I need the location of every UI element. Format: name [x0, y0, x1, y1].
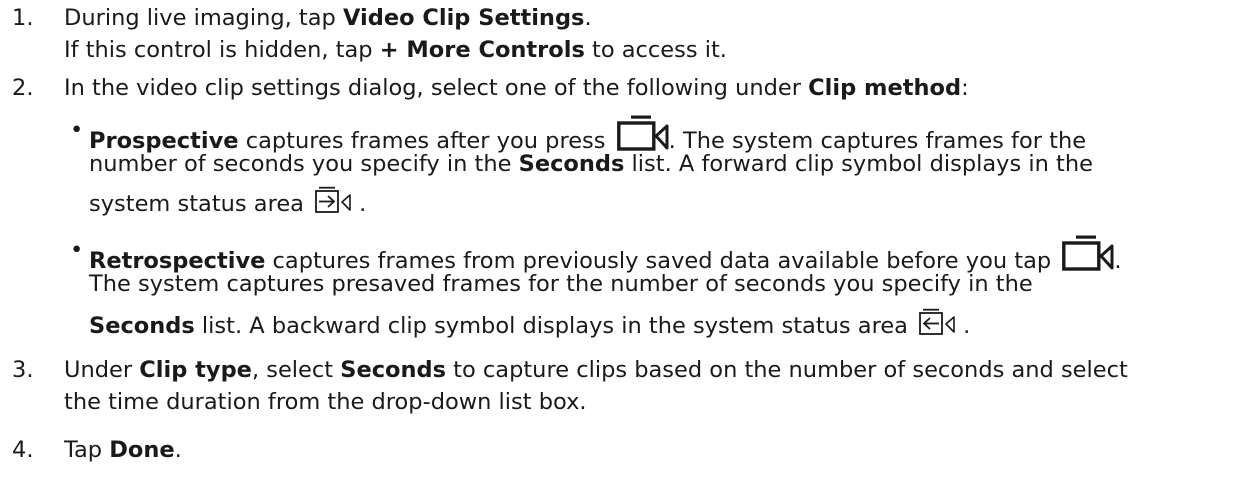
text: During live imaging, tap — [64, 5, 343, 31]
step-line: During live imaging, tap Video Clip Sett… — [64, 2, 1254, 34]
bullet-line: Prospective captures frames after you pr… — [89, 114, 1239, 154]
bullet-marker: • — [70, 237, 84, 263]
text: system status area — [89, 191, 312, 217]
option-name-clip-type: Clip type — [139, 357, 252, 383]
forward-clip-icon — [315, 186, 351, 213]
step-body: During live imaging, tap Video Clip Sett… — [64, 2, 1254, 66]
bullet-marker: • — [70, 117, 84, 143]
list-name-seconds: Seconds — [518, 151, 625, 177]
step-line: the time duration from the drop-down lis… — [64, 386, 1254, 418]
step-body: In the video clip settings dialog, selec… — [64, 72, 1254, 104]
video-record-icon — [1062, 235, 1114, 271]
bullet-text: Retrospective captures frames from previ… — [89, 234, 1239, 340]
text: : — [961, 75, 969, 101]
bullet-line: Retrospective captures frames from previ… — [89, 234, 1239, 274]
bullet-line: system status area . — [89, 186, 1239, 218]
text: , select — [251, 357, 341, 383]
text: Under — [64, 357, 140, 383]
text: list. A backward clip symbol displays in… — [194, 313, 916, 339]
bullet-text: Prospective captures frames after you pr… — [89, 114, 1239, 218]
step-body: Tap Done. — [64, 434, 1254, 466]
video-record-icon — [616, 115, 669, 151]
text: . — [174, 437, 182, 463]
text: to access it. — [584, 37, 727, 63]
step-body: Under Clip type, select Seconds to captu… — [64, 354, 1254, 418]
text: . — [359, 191, 367, 217]
bullet-line: Seconds list. A backward clip symbol dis… — [89, 308, 1239, 340]
backward-clip-icon — [919, 308, 955, 335]
step-line: Tap Done. — [64, 434, 1254, 466]
text: In the video clip settings dialog, selec… — [64, 75, 809, 101]
step-number: 1. — [12, 5, 34, 31]
control-name-more-controls: + More Controls — [379, 37, 585, 63]
text: . — [963, 313, 971, 339]
text: If this control is hidden, tap — [64, 37, 380, 63]
text: list. A forward clip symbol displays in … — [624, 151, 1093, 177]
option-name-clip-method: Clip method — [808, 75, 962, 101]
bullet-line: The system captures presaved frames for … — [89, 268, 1239, 300]
control-name-video-clip-settings: Video Clip Settings — [342, 5, 585, 31]
text: The system captures presaved frames for … — [89, 271, 1033, 297]
text: number of seconds you specify in the — [89, 151, 519, 177]
list-name-seconds: Seconds — [89, 313, 195, 339]
step-line: If this control is hidden, tap + More Co… — [64, 34, 1254, 66]
step-line: Under Clip type, select Seconds to captu… — [64, 354, 1254, 386]
step-number: 2. — [12, 75, 34, 101]
step-number: 3. — [12, 357, 34, 383]
control-name-done: Done — [109, 437, 175, 463]
step-number: 4. — [12, 437, 34, 463]
step-line: In the video clip settings dialog, selec… — [64, 72, 1254, 104]
text: . — [1114, 248, 1122, 274]
text: to capture clips based on the number of … — [446, 357, 1128, 383]
text: Tap — [64, 437, 110, 463]
option-name-seconds: Seconds — [340, 357, 447, 383]
bullet-line: number of seconds you specify in the Sec… — [89, 148, 1239, 180]
text: . — [584, 5, 592, 31]
text: the time duration from the drop-down lis… — [64, 389, 587, 415]
